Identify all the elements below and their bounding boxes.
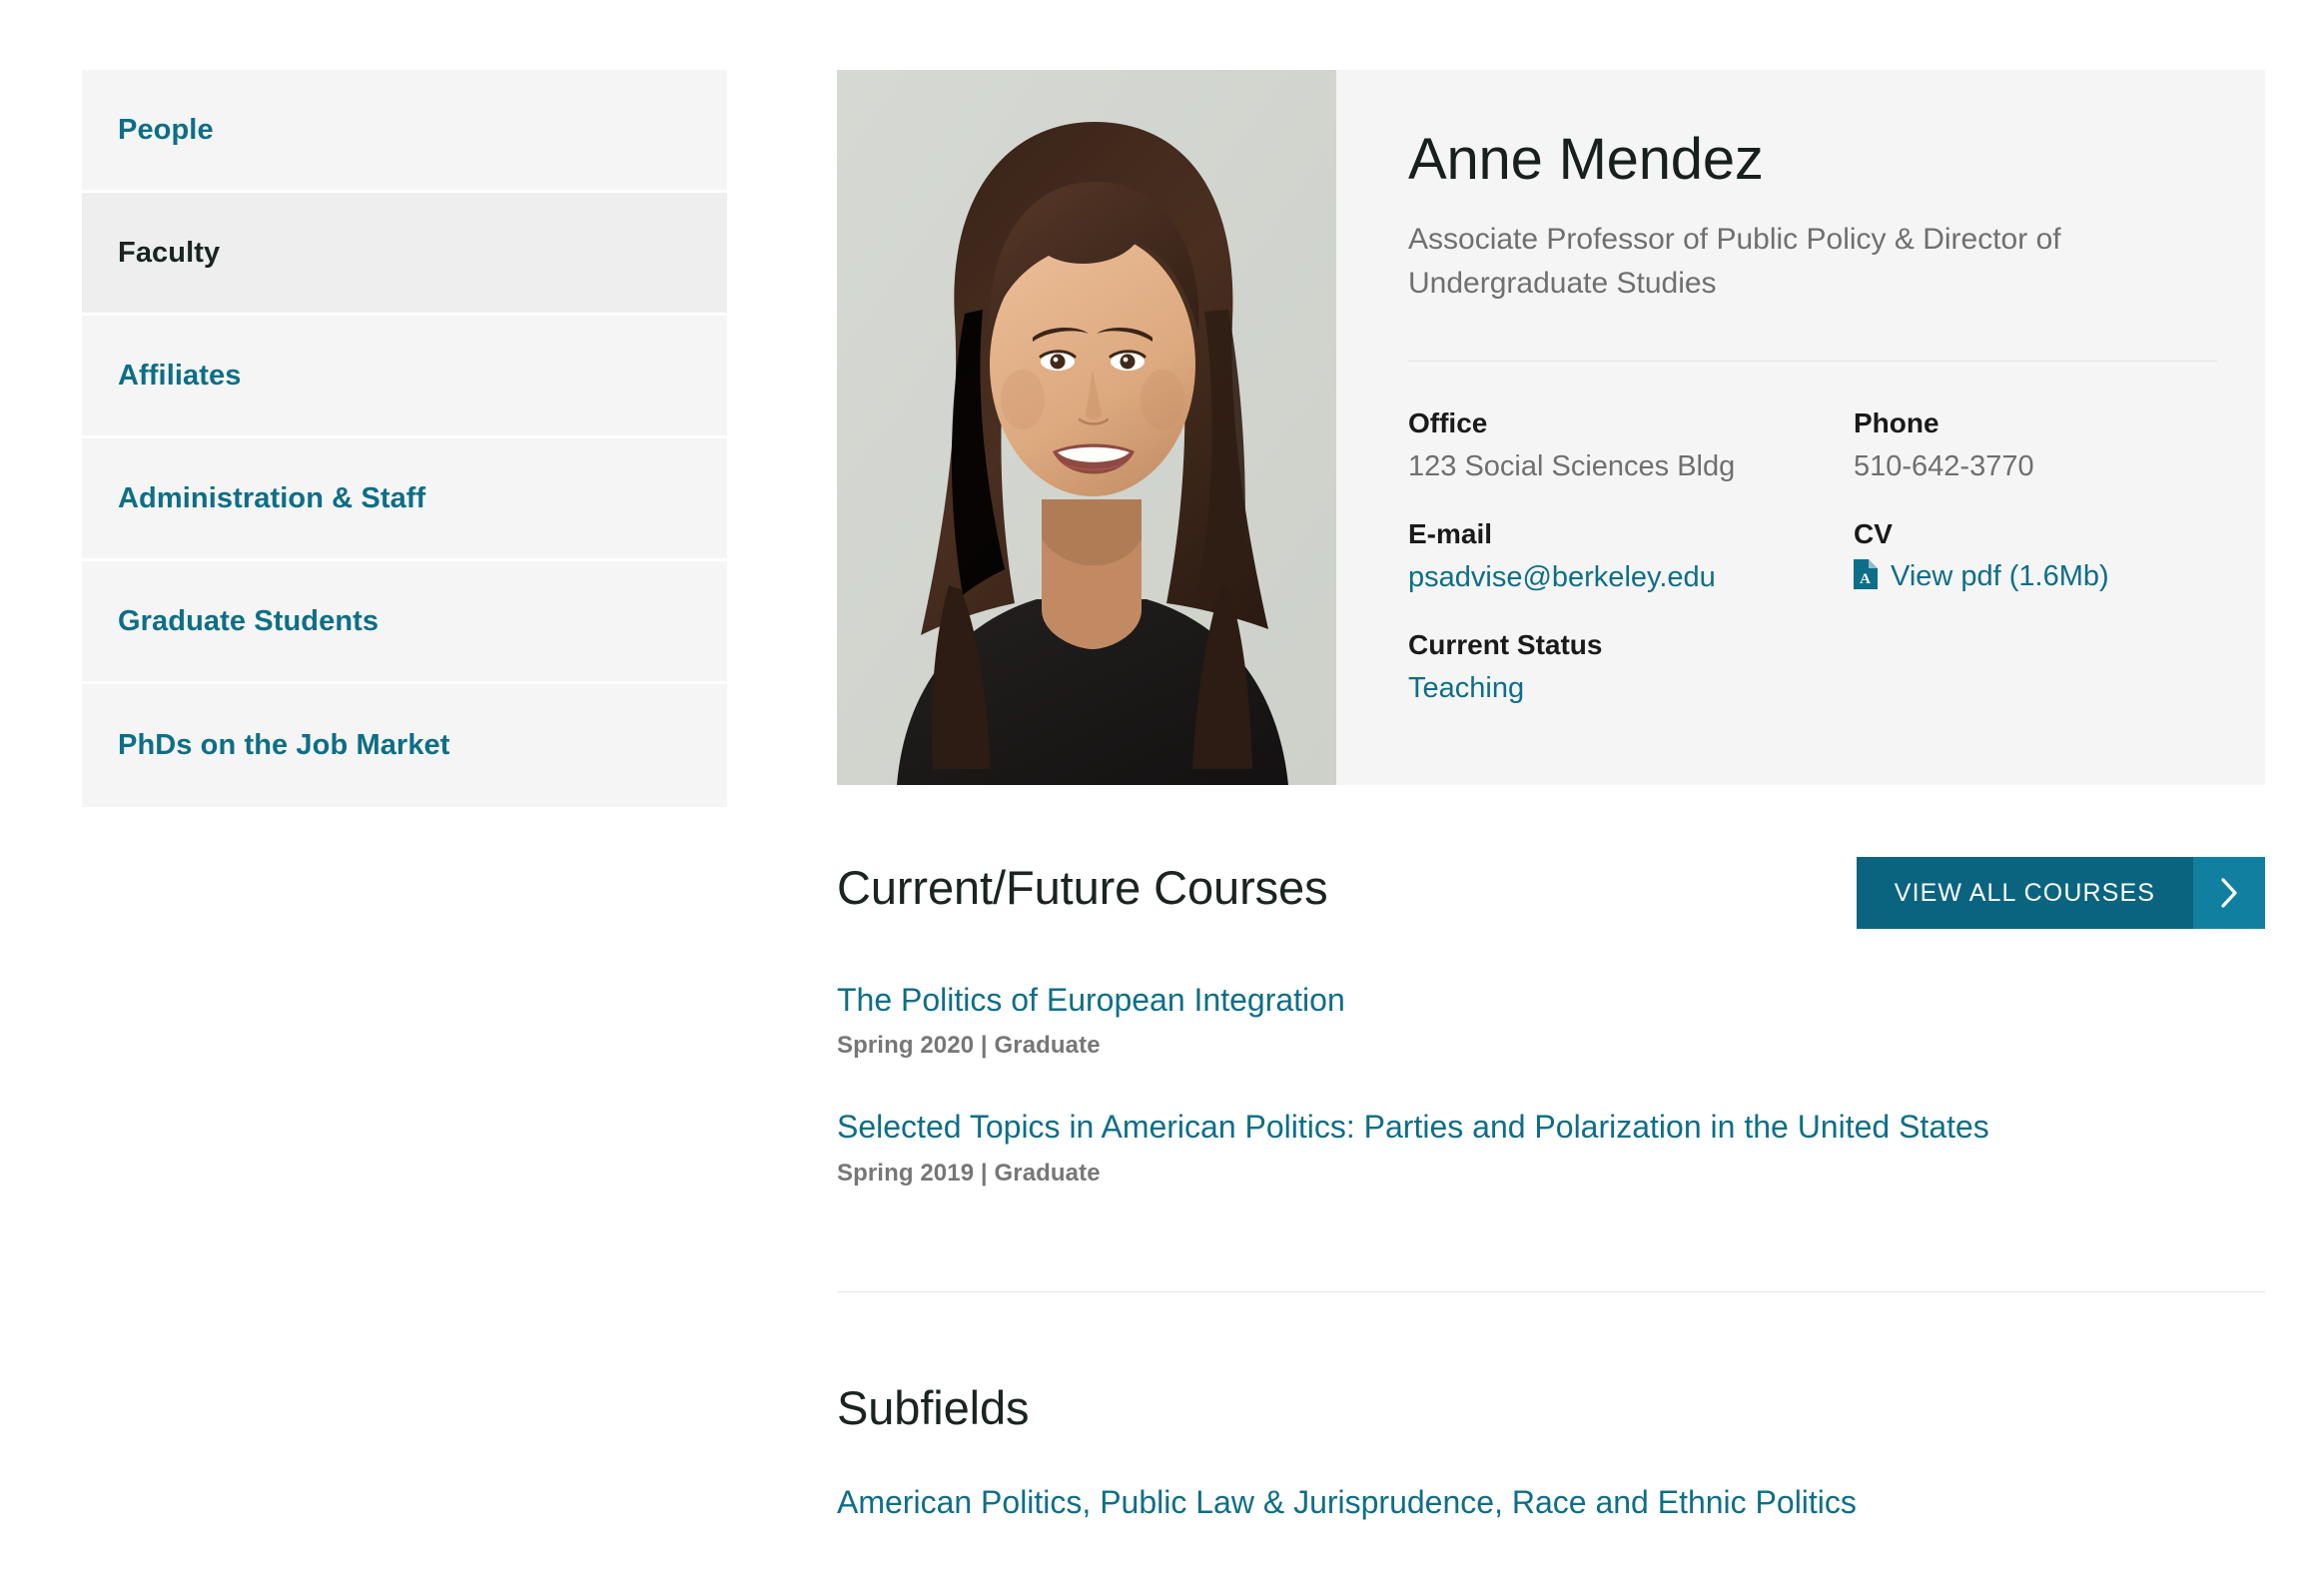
course-title-link[interactable]: The Politics of European Integration (837, 981, 1345, 1019)
phone-label: Phone (1854, 406, 1939, 438)
subfields-heading: Subfields (837, 1381, 1030, 1434)
sidebar-item-label: Faculty (118, 236, 221, 269)
profile-divider (1408, 360, 2217, 362)
contact-phone: Phone 510-642-3770 (1854, 405, 2217, 484)
profile-details: Anne Mendez Associate Professor of Publi… (1336, 70, 2303, 785)
contact-current-status: Current Status Teaching (1408, 627, 1854, 706)
status-badge[interactable]: Teaching (1408, 670, 1854, 706)
profile-subtitle: Associate Professor of Public Policy & D… (1408, 222, 2061, 301)
phone-value: 510-642-3770 (1854, 449, 2034, 482)
contact-cv: CV A View pdf (1.6Mb) (1854, 516, 2217, 595)
current-future-courses-section: Current/Future Courses VIEW ALL COURSES … (837, 857, 2265, 1188)
sidebar-item-graduate-students[interactable]: Graduate Students (82, 561, 727, 684)
sidebar-item-label: PhDs on the Job Market (118, 729, 450, 761)
office-label: Office (1408, 406, 1488, 438)
courses-header: Current/Future Courses VIEW ALL COURSES (837, 857, 2265, 929)
cv-label: CV (1854, 517, 1893, 549)
email-link[interactable]: psadvise@berkeley.edu (1408, 559, 1854, 595)
course-meta: Spring 2019 | Graduate (837, 1159, 1101, 1187)
email-label: E-mail (1408, 517, 1493, 549)
sidebar-item-label: People (118, 113, 214, 146)
pdf-file-icon: A (1854, 558, 1878, 594)
cv-pdf-link[interactable]: A View pdf (1.6Mb) (1854, 558, 2217, 594)
sidebar-item-affiliates[interactable]: Affiliates (82, 316, 727, 438)
sidebar-item-administration-staff[interactable]: Administration & Staff (82, 438, 727, 561)
sidebar-item-people[interactable]: People (82, 70, 727, 193)
sidebar-item-phds-on-the-job-market[interactable]: PhDs on the Job Market (82, 684, 727, 807)
profile-card: Anne Mendez Associate Professor of Publi… (837, 70, 2265, 785)
cv-pdf-label: View pdf (1.6Mb) (1891, 559, 2109, 592)
sidebar-item-label: Graduate Students (118, 604, 380, 637)
contact-email: E-mail psadvise@berkeley.edu (1408, 516, 1854, 595)
svg-text:A: A (1860, 571, 1871, 587)
list-item: The Politics of European Integration Spr… (837, 981, 2265, 1060)
view-all-courses-button[interactable]: VIEW ALL COURSES (1856, 857, 2265, 929)
view-all-courses-label: VIEW ALL COURSES (1856, 857, 2193, 929)
subfields-section: Subfields American Politics, Public Law … (837, 1381, 2265, 1521)
sidebar-item-label: Affiliates (118, 359, 242, 392)
subfields-link[interactable]: American Politics, Public Law & Jurispru… (837, 1483, 1857, 1521)
page-title: Anne Mendez (1408, 127, 1764, 192)
course-list: The Politics of European Integration Spr… (837, 981, 2265, 1188)
list-item: Selected Topics in American Politics: Pa… (837, 1108, 2265, 1187)
contact-empty-cell (1854, 627, 2217, 738)
section-divider (837, 1291, 2265, 1292)
contact-grid: Office 123 Social Sciences Bldg Phone 51… (1408, 405, 2217, 739)
courses-heading: Current/Future Courses (837, 861, 1328, 914)
chevron-right-icon (2193, 857, 2265, 929)
course-title-link[interactable]: Selected Topics in American Politics: Pa… (837, 1108, 1989, 1146)
avatar (837, 70, 1336, 785)
sidebar-item-faculty[interactable]: Faculty (82, 193, 727, 316)
status-label: Current Status (1408, 629, 1603, 661)
course-meta: Spring 2020 | Graduate (837, 1032, 1101, 1060)
faculty-profile-page: People Faculty Affiliates Administration… (0, 0, 2315, 1596)
people-sidebar-nav: People Faculty Affiliates Administration… (82, 70, 727, 807)
office-value: 123 Social Sciences Bldg (1408, 449, 1736, 482)
contact-office: Office 123 Social Sciences Bldg (1408, 405, 1854, 484)
sidebar-item-label: Administration & Staff (118, 481, 426, 514)
